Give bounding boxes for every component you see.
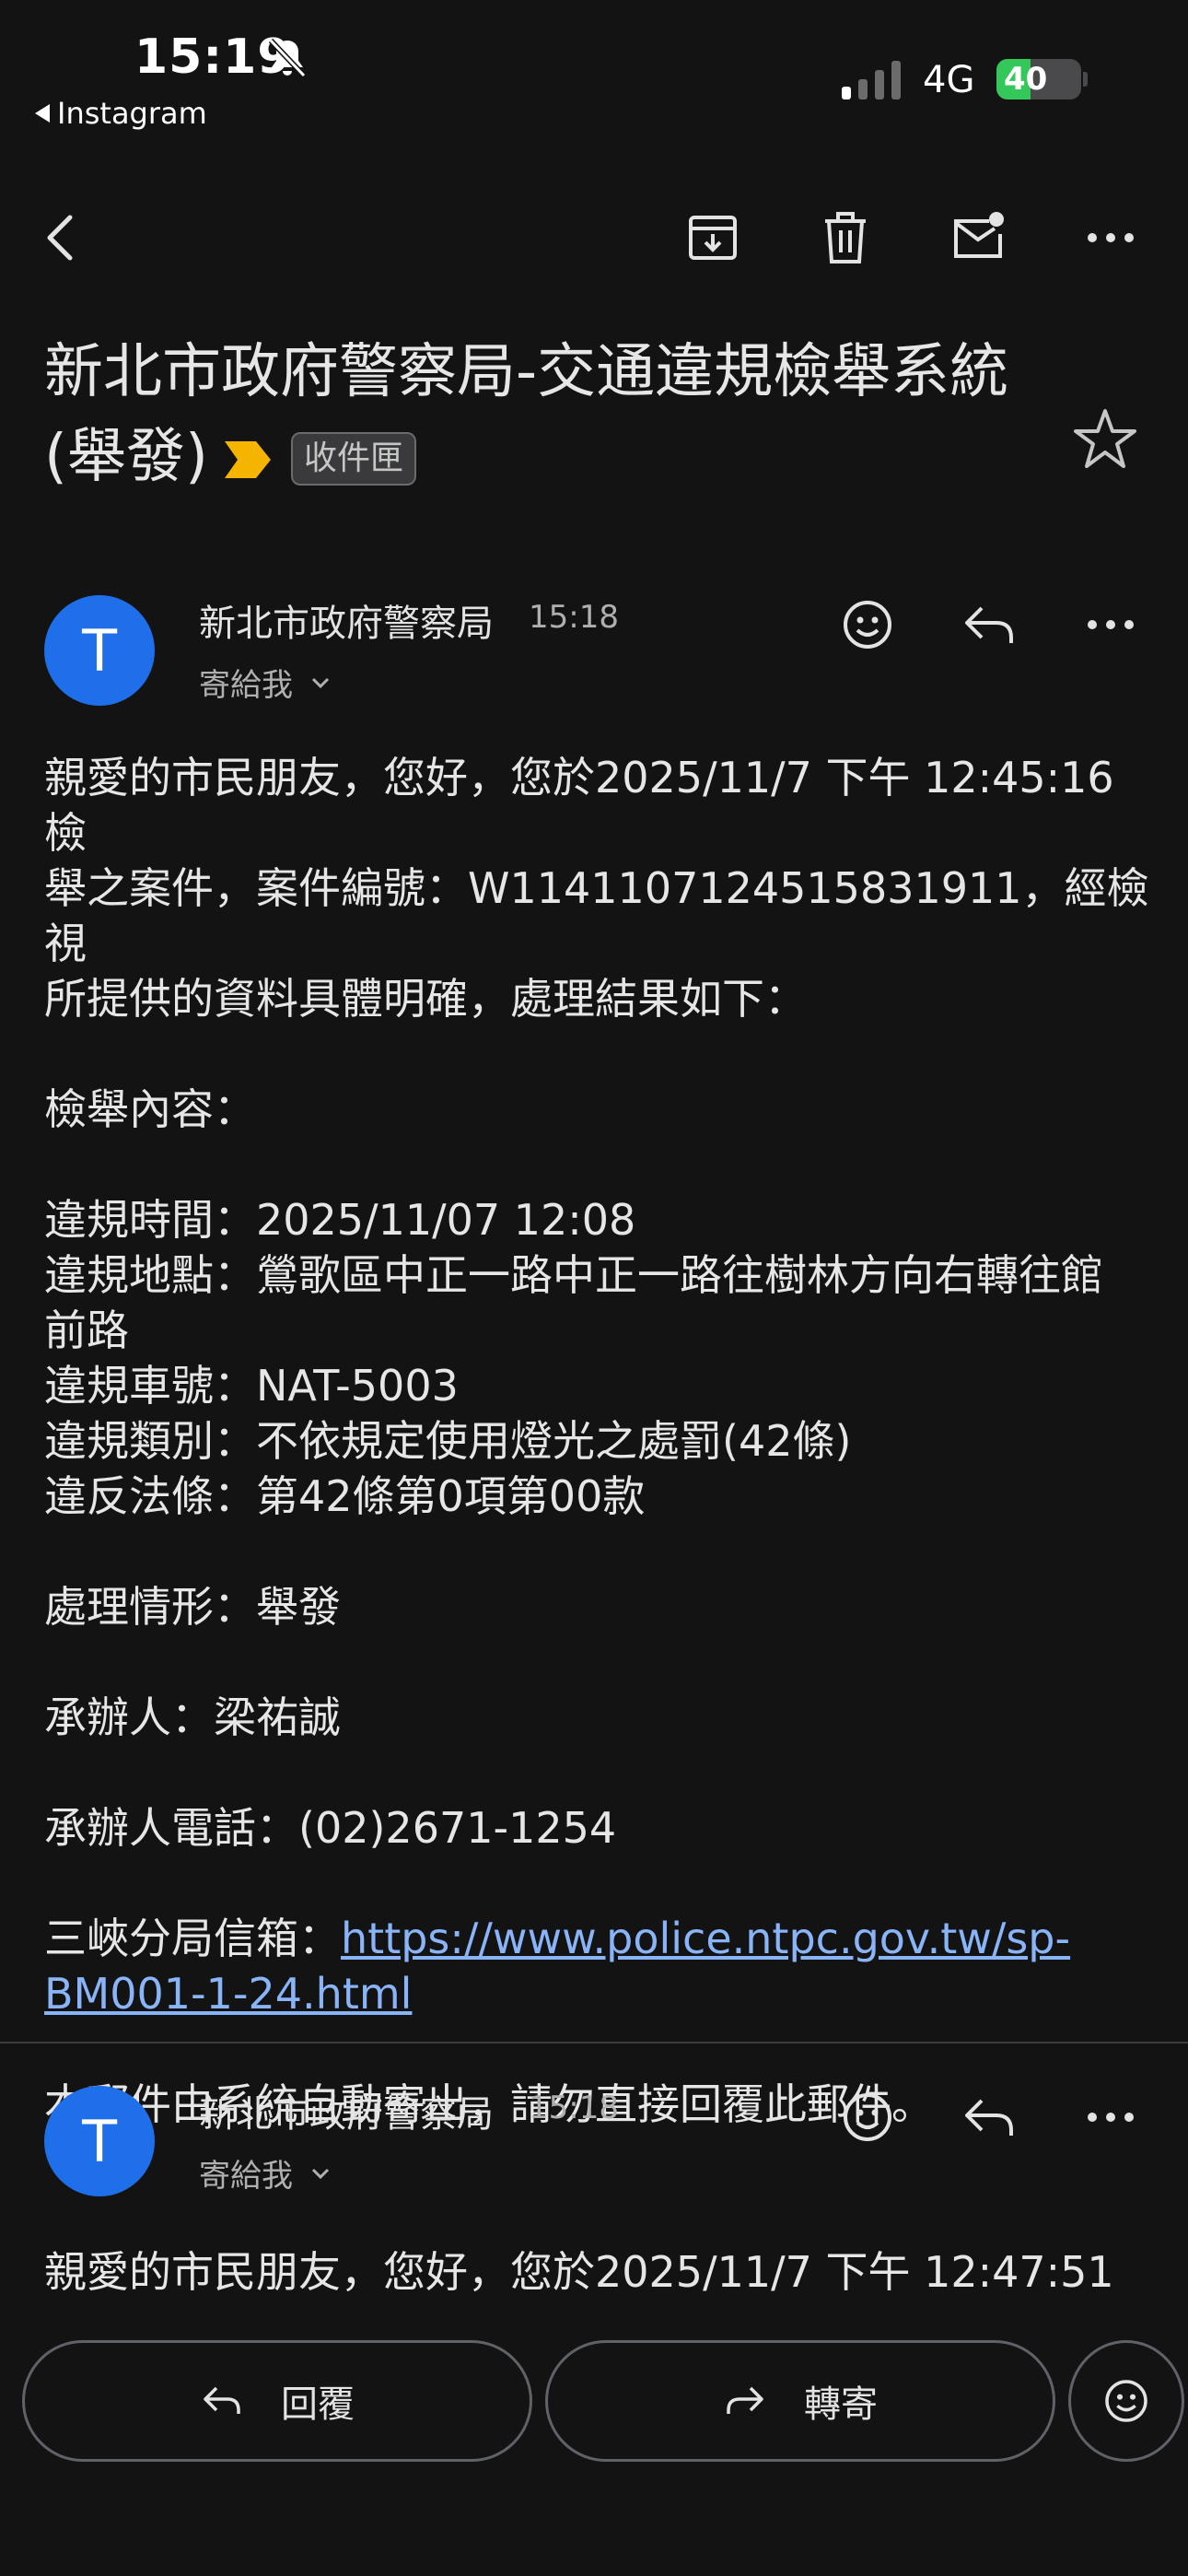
recipient-toggle[interactable]: 寄給我 [199, 660, 333, 705]
sender-name: 新北市政府警察局 [199, 603, 494, 645]
battery-nub [1083, 72, 1088, 87]
emoji-react-icon[interactable] [838, 595, 897, 654]
message-divider [0, 2042, 1188, 2043]
forward-label: 轉寄 [804, 2383, 878, 2426]
reply-icon [204, 2386, 240, 2414]
more-horizontal-icon[interactable] [1081, 595, 1140, 654]
battery-icon: 40 [996, 59, 1081, 100]
mailbox-link-continued[interactable]: BM001-1-24.html [44, 1969, 412, 2019]
back-to-app[interactable]: Instagram [35, 96, 207, 131]
network-type: 4G [923, 59, 975, 101]
body-line: 違規時間：2025/11/07 12:08 [44, 1195, 636, 1245]
reply-button[interactable]: 回覆 [22, 2340, 532, 2462]
more-horizontal-icon[interactable] [1081, 2088, 1140, 2147]
body-line: 違反法條：第42條第0項第00款 [44, 1471, 646, 1521]
body-line: 違規地點：鶯歌區中正一路中正一路往樹林方向右轉往館 [44, 1250, 1103, 1300]
inbox-label-chip[interactable]: 收件匣 [290, 432, 416, 486]
body-line: 親愛的市民朋友，您好，您於2025/11/7 下午 12:45:16檢 [44, 753, 1114, 858]
mailbox-prefix: 三峽分局信箱： [44, 1914, 341, 1963]
avatar[interactable]: T [44, 2086, 155, 2196]
bell-off-icon [268, 38, 307, 78]
reply-label: 回覆 [281, 2383, 355, 2426]
emoji-icon [1105, 2380, 1147, 2422]
email-subject: 新北市政府警察局-交通違規檢舉系統(舉發) 收件匣 [44, 330, 1039, 499]
chevron-down-icon [311, 2168, 330, 2179]
body-line: 所提供的資料具體明確，處理結果如下： [44, 974, 807, 1024]
body-line: 舉之案件，案件編號：W114110712451583191​1，經檢視 [44, 863, 1149, 968]
body-line: 違規類別：不依規定使用燈光之處罰(42條) [44, 1416, 852, 1466]
reply-icon[interactable] [960, 2088, 1019, 2147]
message-time: 15:18 [529, 599, 619, 636]
subject-text: 新北市政府警察局-交通違規檢舉系統(舉發) [44, 338, 1009, 491]
message-body: 親愛的市民朋友，您好，您於2025/11/7 下午 12:45:16檢 舉之案件… [44, 750, 1149, 2132]
archive-icon[interactable] [683, 208, 742, 267]
avatar[interactable]: T [44, 595, 155, 706]
reply-icon[interactable] [960, 595, 1019, 654]
forward-button[interactable]: 轉寄 [545, 2340, 1055, 2462]
emoji-react-icon[interactable] [838, 2088, 897, 2147]
mailbox-line: 三峽分局信箱：https://www.police.ntpc.gov.tw/sp… [44, 1911, 1149, 1966]
star-icon[interactable] [1072, 405, 1138, 472]
body-line: 前路 [44, 1306, 129, 1355]
recipient-label: 寄給我 [199, 2158, 293, 2195]
body-line: 檢舉內容： [44, 1084, 256, 1134]
body-line: 承辦人：梁祐誠 [44, 1692, 341, 1742]
mailbox-link[interactable]: https://www.police.ntpc.gov.tw/sp- [341, 1914, 1070, 1963]
recipient-toggle[interactable]: 寄給我 [199, 2150, 333, 2195]
back-app-label: Instagram [57, 96, 207, 131]
body-line: 違規車號：NAT-5003 [44, 1361, 459, 1411]
recipient-label: 寄給我 [199, 667, 293, 704]
body-line: 承辦人電話：(02)2671-1254 [44, 1803, 617, 1853]
mailbox-line: BM001-1-24.html [44, 1966, 1149, 2021]
more-horizontal-icon[interactable] [1081, 208, 1140, 267]
battery-label: 40 [1004, 61, 1048, 98]
message-time: 15:18 [529, 2090, 619, 2126]
trash-icon[interactable] [816, 208, 875, 267]
emoji-react-button[interactable] [1068, 2340, 1184, 2462]
back-triangle-icon [35, 104, 50, 123]
signal-icon [842, 61, 901, 100]
body-line: 處理情形：舉發 [44, 1582, 341, 1632]
back-arrow-icon[interactable] [33, 208, 92, 267]
mail-unread-icon[interactable] [949, 208, 1007, 267]
chevron-down-icon [311, 677, 330, 688]
sender-name: 新北市政府警察局 [199, 2093, 494, 2136]
forward-icon [727, 2386, 763, 2414]
importance-marker-icon [224, 441, 271, 478]
